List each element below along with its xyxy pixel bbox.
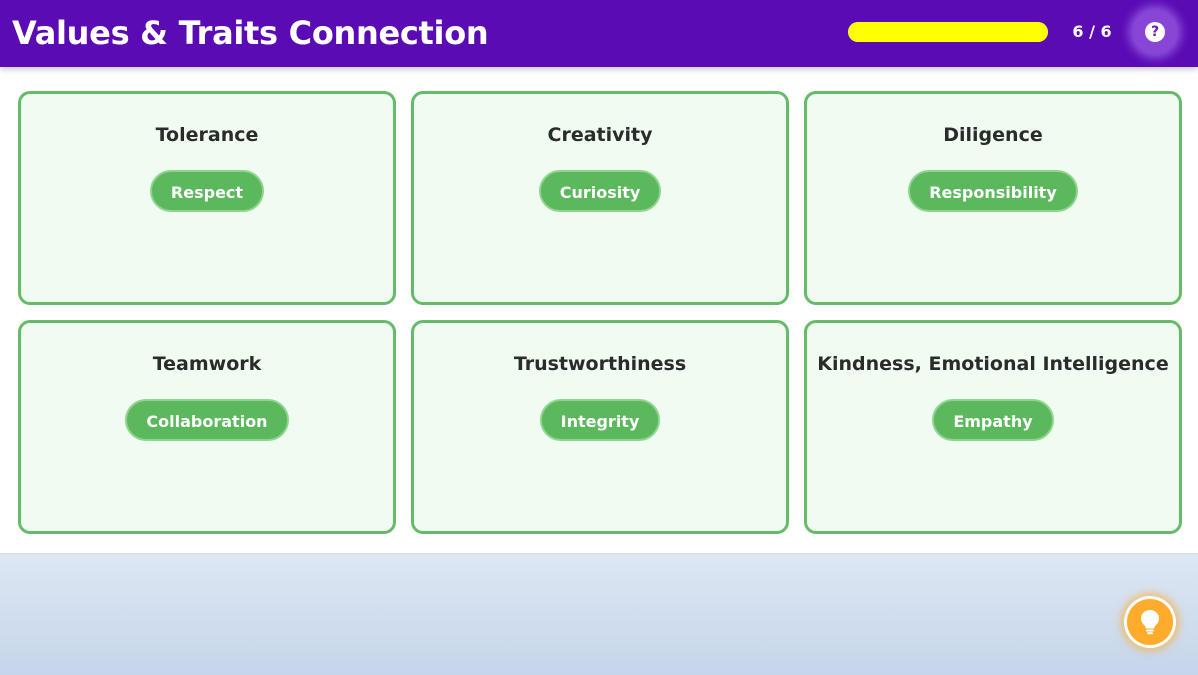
card-title: Tolerance bbox=[155, 124, 259, 146]
progress-counter: 6 / 6 bbox=[1072, 22, 1112, 41]
trait-chip[interactable]: Collaboration bbox=[125, 399, 289, 441]
card-title: Teamwork bbox=[152, 353, 262, 375]
progress-bar-fill bbox=[848, 22, 1048, 42]
value-card-diligence[interactable]: Diligence Responsibility bbox=[804, 91, 1182, 305]
card-title: Kindness, Emotional Intelligence bbox=[817, 353, 1169, 375]
hint-button[interactable] bbox=[1124, 596, 1176, 648]
value-card-creativity[interactable]: Creativity Curiosity bbox=[411, 91, 789, 305]
connection-grid: Tolerance Respect Creativity Curiosity D… bbox=[18, 91, 1182, 534]
question-mark-icon: ? bbox=[1145, 22, 1165, 42]
card-title: Creativity bbox=[547, 124, 653, 146]
answer-tray bbox=[0, 553, 1198, 675]
value-card-teamwork[interactable]: Teamwork Collaboration bbox=[18, 320, 396, 534]
card-title: Trustworthiness bbox=[513, 353, 687, 375]
trait-chip[interactable]: Respect bbox=[149, 170, 265, 212]
trait-chip[interactable]: Integrity bbox=[539, 399, 661, 441]
value-card-kindness[interactable]: Kindness, Emotional Intelligence Empathy bbox=[804, 320, 1182, 534]
trait-chip[interactable]: Curiosity bbox=[538, 170, 662, 212]
trait-chip[interactable]: Responsibility bbox=[908, 170, 1078, 212]
trait-chip[interactable]: Empathy bbox=[932, 399, 1054, 441]
page-title: Values & Traits Connection bbox=[12, 14, 489, 52]
card-title: Diligence bbox=[943, 124, 1043, 146]
header-bar: Values & Traits Connection 6 / 6 ? bbox=[0, 0, 1198, 67]
lightbulb-icon bbox=[1141, 610, 1159, 635]
help-button[interactable]: ? bbox=[1134, 11, 1176, 53]
value-card-trustworthiness[interactable]: Trustworthiness Integrity bbox=[411, 320, 789, 534]
value-card-tolerance[interactable]: Tolerance Respect bbox=[18, 91, 396, 305]
progress-bar bbox=[848, 22, 1048, 42]
